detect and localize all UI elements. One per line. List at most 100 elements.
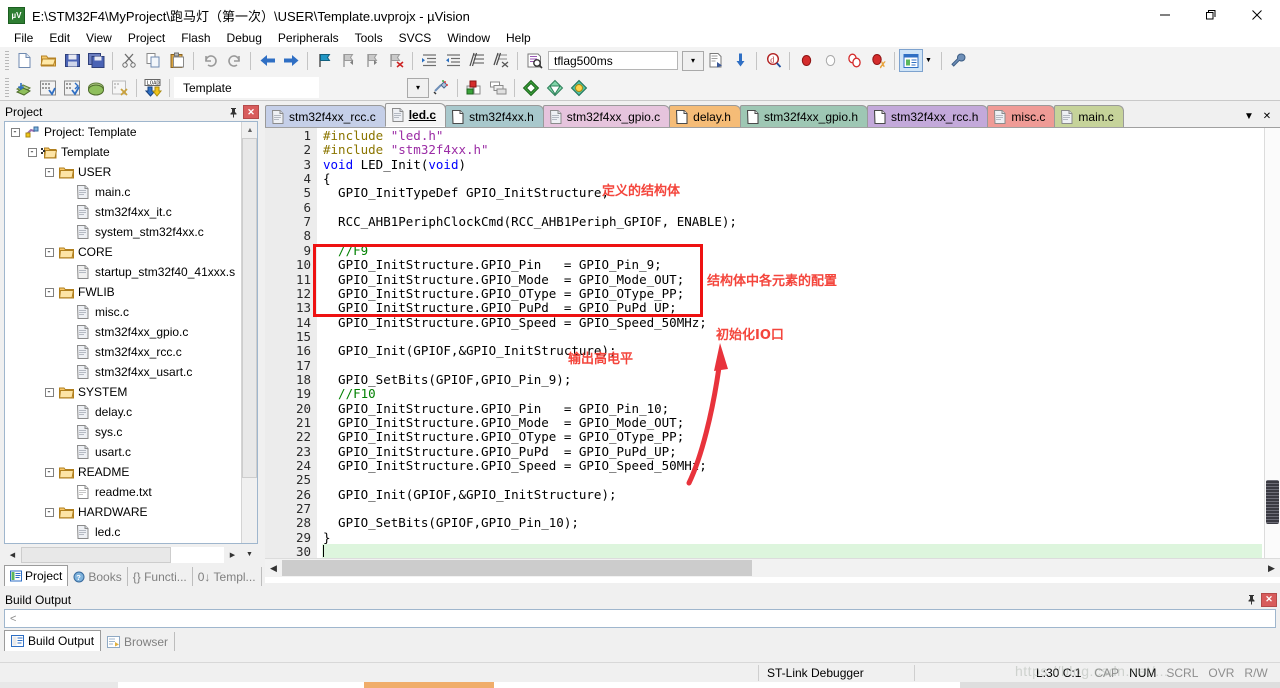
tree-item-main-c[interactable]: main.c xyxy=(5,182,243,202)
bookmark-toggle-icon[interactable] xyxy=(312,49,336,72)
paste-icon[interactable] xyxy=(165,49,189,72)
toolbar-grip[interactable] xyxy=(5,78,9,97)
indent-icon[interactable] xyxy=(417,49,441,72)
tree-item-hardware[interactable]: - HARDWARE xyxy=(5,502,243,522)
scroll-up-icon[interactable]: ▲ xyxy=(242,122,257,138)
tab-project[interactable]: Project xyxy=(4,565,69,586)
tab-books[interactable]: ? Books xyxy=(68,567,128,586)
tree-expander-icon[interactable]: - xyxy=(41,282,57,302)
disable-all-breakpoints-icon[interactable] xyxy=(842,49,866,72)
copy-icon[interactable] xyxy=(141,49,165,72)
tree-item-template[interactable]: - Template xyxy=(5,142,243,162)
tree-expander-icon[interactable]: - xyxy=(7,122,23,142)
code-line[interactable]: 8 xyxy=(265,228,1280,243)
code-line[interactable]: 2 #include "stm32f4xx.h" xyxy=(265,142,1280,157)
tree-item-system-stm32f4xx-c[interactable]: system_stm32f4xx.c xyxy=(5,222,243,242)
options-target-icon[interactable] xyxy=(429,76,453,99)
code-line[interactable]: 22 GPIO_InitStructure.GPIO_OType = GPIO_… xyxy=(265,429,1280,444)
scroll-right-icon[interactable]: ▶ xyxy=(1263,560,1280,577)
manage-runtime-icon[interactable] xyxy=(543,76,567,99)
tree-item-readme[interactable]: - README xyxy=(5,462,243,482)
restore-icon[interactable] xyxy=(1188,0,1234,30)
tab-build-output[interactable]: Build Output xyxy=(4,630,102,651)
code-line[interactable]: 19 //F10 xyxy=(265,386,1280,401)
translate-icon[interactable] xyxy=(12,76,36,99)
editor-hscrollbar[interactable]: ◀ ▶ xyxy=(265,558,1280,577)
pin-icon[interactable] xyxy=(225,104,241,120)
code-line[interactable]: 4{ xyxy=(265,171,1280,186)
build-output-content[interactable]: < xyxy=(4,609,1276,628)
project-tree-vscrollbar[interactable]: ▲ xyxy=(241,122,257,543)
code-line[interactable]: 23 GPIO_InitStructure.GPIO_PuPd = GPIO_P… xyxy=(265,444,1280,459)
code-line[interactable]: 26 GPIO_Init(GPIOF,&GPIO_InitStructure); xyxy=(265,487,1280,502)
hscroll-track[interactable] xyxy=(21,546,224,563)
tree-item-led-c[interactable]: led.c xyxy=(5,522,243,542)
stop-build-icon[interactable] xyxy=(108,76,132,99)
bookmark-prev-icon[interactable] xyxy=(336,49,360,72)
scroll-thumb[interactable] xyxy=(1266,480,1279,524)
find-in-files-icon[interactable] xyxy=(522,49,546,72)
search-input[interactable]: tflag500ms xyxy=(548,51,678,70)
bookmark-next-icon[interactable] xyxy=(360,49,384,72)
tree-item-stm32f4xx-rcc-c[interactable]: stm32f4xx_rcc.c xyxy=(5,342,243,362)
scroll-left-icon[interactable]: ◀ xyxy=(265,560,282,577)
tab-functions[interactable]: {} Functi... xyxy=(128,567,193,586)
menu-tools[interactable]: Tools xyxy=(347,30,391,47)
pin-icon[interactable] xyxy=(1243,592,1259,608)
multi-project-icon[interactable] xyxy=(486,76,510,99)
code-line[interactable]: 16 GPIO_Init(GPIOF,&GPIO_InitStructure); xyxy=(265,343,1280,358)
tree-item-system[interactable]: - SYSTEM xyxy=(5,382,243,402)
editor-tab-misc-c[interactable]: misc.c xyxy=(987,105,1056,127)
menu-edit[interactable]: Edit xyxy=(41,30,78,47)
tree-expander-icon[interactable]: - xyxy=(41,162,57,182)
menu-peripherals[interactable]: Peripherals xyxy=(270,30,347,47)
comment-icon[interactable] xyxy=(465,49,489,72)
search-dropdown-icon[interactable]: ▾ xyxy=(682,50,704,71)
scroll-right-icon[interactable]: ▶ xyxy=(224,547,241,563)
code-line[interactable]: 17 xyxy=(265,358,1280,373)
rebuild-icon[interactable] xyxy=(60,76,84,99)
target-selector[interactable]: Template xyxy=(174,77,319,98)
close-icon[interactable]: ✕ xyxy=(1261,592,1277,607)
navigate-back-icon[interactable] xyxy=(255,49,279,72)
menu-file[interactable]: File xyxy=(6,30,41,47)
code-line[interactable]: 9 //F9 xyxy=(265,243,1280,258)
code-line[interactable]: 20 GPIO_InitStructure.GPIO_Pin = GPIO_Pi… xyxy=(265,401,1280,416)
tree-item-misc-c[interactable]: misc.c xyxy=(5,302,243,322)
scroll-down-icon[interactable]: ▼ xyxy=(241,547,258,563)
tree-item-user[interactable]: - USER xyxy=(5,162,243,182)
build-icon[interactable] xyxy=(36,76,60,99)
tree-item-project-template[interactable]: - Project: Template xyxy=(5,122,243,142)
code-line[interactable]: 28 GPIO_SetBits(GPIOF,GPIO_Pin_10); xyxy=(265,515,1280,530)
tree-expander-icon[interactable]: - xyxy=(41,382,57,402)
code-line[interactable]: 27 xyxy=(265,501,1280,516)
scroll-left-icon[interactable]: ◀ xyxy=(4,547,21,563)
cut-icon[interactable] xyxy=(117,49,141,72)
editor-tab-stm32f4xx-gpio-c[interactable]: stm32f4xx_gpio.c xyxy=(542,105,671,127)
tree-item-fwlib[interactable]: - FWLIB xyxy=(5,282,243,302)
target-dropdown-icon[interactable]: ▾ xyxy=(407,77,429,98)
uncomment-icon[interactable] xyxy=(489,49,513,72)
tree-expander-icon[interactable]: - xyxy=(41,502,57,522)
close-icon[interactable]: ✕ xyxy=(1258,106,1276,126)
pack-installer-icon[interactable] xyxy=(519,76,543,99)
tree-expander-icon[interactable]: - xyxy=(24,142,40,162)
menu-debug[interactable]: Debug xyxy=(219,30,270,47)
open-file-icon[interactable] xyxy=(36,49,60,72)
tree-item-sys-c[interactable]: sys.c xyxy=(5,422,243,442)
editor-tab-main-c[interactable]: main.c xyxy=(1054,105,1124,127)
batch-build-icon[interactable] xyxy=(84,76,108,99)
navigate-forward-icon[interactable] xyxy=(279,49,303,72)
editor-vscrollbar[interactable] xyxy=(1264,128,1280,558)
save-all-icon[interactable] xyxy=(84,49,108,72)
code-content[interactable]: 1 #include "led.h" 2 #include "stm32f4xx.h"… xyxy=(265,128,1280,558)
menu-svcs[interactable]: SVCS xyxy=(391,30,440,47)
code-line[interactable]: 3 void LED_Init(void) xyxy=(265,157,1280,172)
menu-help[interactable]: Help xyxy=(498,30,539,47)
editor-tab-delay-h[interactable]: delay.h xyxy=(669,105,741,127)
hscroll-track[interactable] xyxy=(282,559,1263,577)
kill-all-breakpoints-icon[interactable]: ✗ xyxy=(866,49,890,72)
tree-item-usart-c[interactable]: usart.c xyxy=(5,442,243,462)
code-line[interactable]: 13 GPIO_InitStructure.GPIO_PuPd = GPIO_P… xyxy=(265,300,1280,315)
redo-icon[interactable] xyxy=(222,49,246,72)
